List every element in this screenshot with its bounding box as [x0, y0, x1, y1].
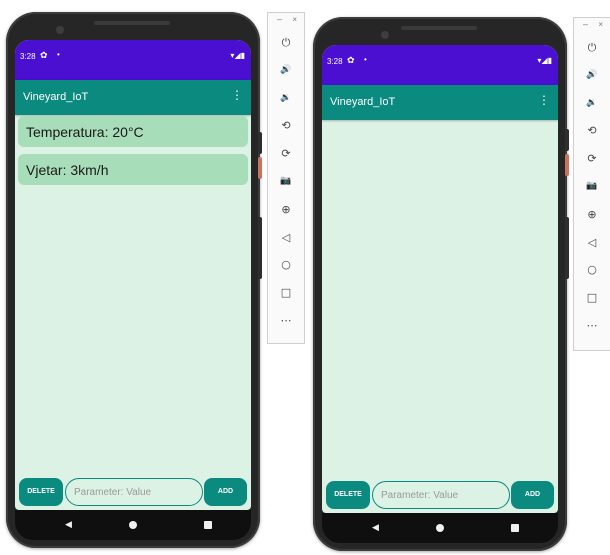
overview-icon[interactable]: □ — [574, 284, 610, 312]
more-icon[interactable]: ⋯ — [268, 307, 304, 335]
parameter-list: Temperatura: 20°C Vjetar: 3km/h — [18, 116, 248, 192]
phone-power-button — [258, 157, 262, 179]
volume-down-icon[interactable]: 🔉 — [268, 85, 304, 113]
nav-back-icon[interactable]: ◀ — [65, 519, 72, 530]
add-button[interactable]: ADD — [511, 481, 554, 509]
screen-right: 3:28 ✿ • ▾◢▮ Vineyard_IoT ⋮ DELETE ADD — [322, 45, 558, 513]
phone-side-button — [565, 129, 569, 151]
front-camera-icon — [56, 26, 64, 34]
delete-button[interactable]: DELETE — [326, 481, 370, 509]
notification-dot-icon: • — [57, 50, 60, 59]
list-item[interactable]: Vjetar: 3km/h — [18, 154, 248, 185]
volume-up-icon[interactable]: 🔊 — [268, 57, 304, 85]
signal-battery-icon: ▾◢▮ — [230, 51, 245, 60]
phone-frame-left: 3:28 ✿ • ▾◢▮ Vineyard_IoT ⋮ Temperatura:… — [6, 12, 262, 548]
back-icon[interactable]: ◁ — [574, 229, 610, 257]
parameter-input[interactable] — [379, 482, 507, 508]
close-icon[interactable]: × — [598, 20, 603, 29]
home-icon[interactable]: ○ — [574, 256, 610, 284]
app-title: Vineyard_IoT — [330, 96, 396, 108]
app-bar: Vineyard_IoT ⋮ — [15, 80, 251, 115]
add-button[interactable]: ADD — [204, 478, 247, 506]
toolbar-header: – × — [268, 13, 304, 29]
zoom-icon[interactable]: ⊕ — [574, 201, 610, 229]
input-row: DELETE ADD — [15, 476, 251, 508]
camera-icon[interactable]: 📷 — [574, 173, 610, 201]
status-bar: 3:28 ✿ • ▾◢▮ — [322, 45, 558, 85]
power-icon[interactable]: ⏻ — [268, 29, 304, 57]
rotate-left-icon[interactable]: ⟲ — [268, 112, 304, 140]
earpiece-speaker — [401, 26, 477, 30]
system-nav-bar: ◀ — [322, 513, 558, 543]
overflow-menu-icon[interactable]: ⋮ — [231, 89, 243, 101]
minimize-icon[interactable]: – — [277, 14, 282, 24]
status-bar: 3:28 ✿ • ▾◢▮ — [15, 40, 251, 80]
parameter-input-wrapper — [65, 478, 203, 506]
back-icon[interactable]: ◁ — [268, 224, 304, 252]
phone-frame-right: 3:28 ✿ • ▾◢▮ Vineyard_IoT ⋮ DELETE ADD ◀ — [313, 17, 569, 551]
close-icon[interactable]: × — [292, 15, 297, 24]
settings-gear-icon: ✿ — [40, 50, 48, 60]
parameter-input-wrapper — [372, 481, 510, 509]
emulator-toolbar-right: – × ⏻ 🔊 🔉 ⟲ ⟳ 📷 ⊕ ◁ ○ □ ⋯ — [573, 17, 610, 351]
minimize-icon[interactable]: – — [583, 19, 588, 29]
nav-home-icon[interactable] — [129, 521, 137, 529]
phone-side-button — [258, 132, 262, 154]
volume-down-icon[interactable]: 🔉 — [574, 90, 610, 118]
zoom-icon[interactable]: ⊕ — [268, 196, 304, 224]
power-icon[interactable]: ⏻ — [574, 34, 610, 62]
emulator-toolbar-left: – × ⏻ 🔊 🔉 ⟲ ⟳ 📷 ⊕ ◁ ○ □ ⋯ — [267, 12, 305, 344]
phone-volume-button — [258, 217, 262, 279]
rotate-right-icon[interactable]: ⟳ — [268, 140, 304, 168]
earpiece-speaker — [94, 21, 170, 25]
list-item[interactable]: Temperatura: 20°C — [18, 116, 248, 147]
toolbar-header: – × — [574, 18, 610, 34]
more-icon[interactable]: ⋯ — [574, 312, 610, 340]
system-nav-bar: ◀ — [15, 510, 251, 540]
home-icon[interactable]: ○ — [268, 251, 304, 279]
camera-icon[interactable]: 📷 — [268, 168, 304, 196]
rotate-left-icon[interactable]: ⟲ — [574, 117, 610, 145]
settings-gear-icon: ✿ — [347, 55, 355, 65]
nav-back-icon[interactable]: ◀ — [372, 522, 379, 533]
status-time: 3:28 — [20, 52, 36, 61]
emulator-workspace: 3:28 ✿ • ▾◢▮ Vineyard_IoT ⋮ Temperatura:… — [0, 0, 610, 555]
status-time: 3:28 — [327, 57, 343, 66]
phone-power-button — [565, 154, 569, 176]
phone-volume-button — [565, 217, 569, 279]
input-row: DELETE ADD — [322, 479, 558, 511]
notification-dot-icon: • — [364, 55, 367, 64]
overflow-menu-icon[interactable]: ⋮ — [538, 94, 550, 106]
screen-left: 3:28 ✿ • ▾◢▮ Vineyard_IoT ⋮ Temperatura:… — [15, 40, 251, 510]
delete-button[interactable]: DELETE — [19, 478, 63, 506]
front-camera-icon — [381, 31, 389, 39]
rotate-right-icon[interactable]: ⟳ — [574, 145, 610, 173]
nav-recents-icon[interactable] — [204, 521, 212, 529]
app-bar: Vineyard_IoT ⋮ — [322, 85, 558, 120]
overview-icon[interactable]: □ — [268, 279, 304, 307]
nav-home-icon[interactable] — [436, 524, 444, 532]
volume-up-icon[interactable]: 🔊 — [574, 62, 610, 90]
app-title: Vineyard_IoT — [23, 91, 89, 103]
parameter-input[interactable] — [72, 479, 200, 505]
signal-battery-icon: ▾◢▮ — [537, 56, 552, 65]
nav-recents-icon[interactable] — [511, 524, 519, 532]
